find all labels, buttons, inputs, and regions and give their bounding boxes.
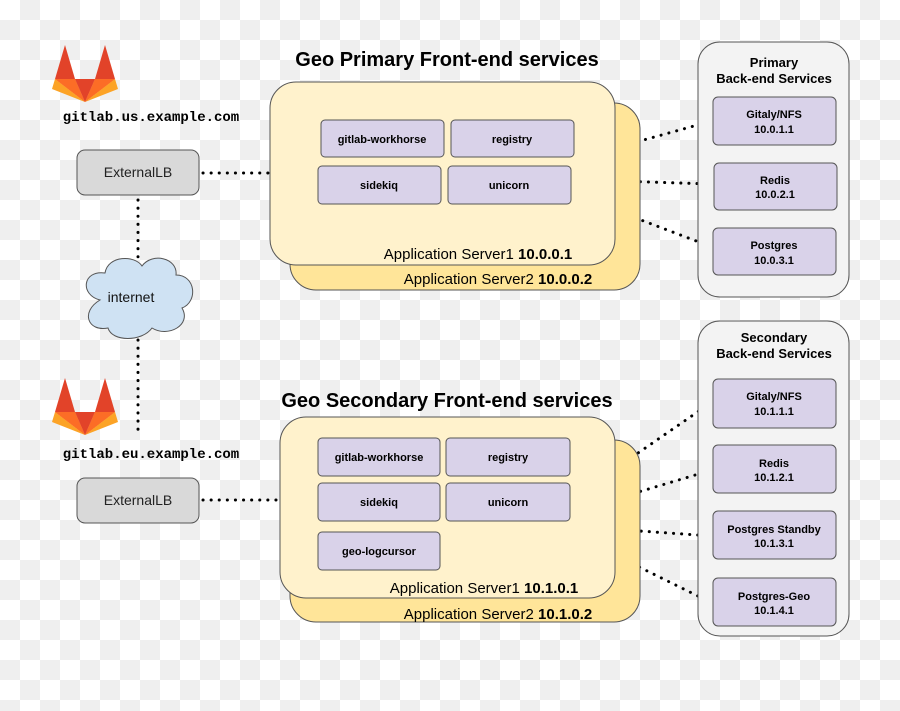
backend-ip: 10.1.4.1 (754, 605, 794, 617)
backend-ip: 10.1.2.1 (754, 472, 794, 484)
secondary-backend-title: Secondary (741, 330, 808, 345)
secondary-host: gitlab.eu.example.com (63, 447, 239, 463)
service-label: sidekiq (360, 497, 398, 509)
secondary-externallb-label: ExternalLB (104, 492, 172, 508)
backend-ip: 10.0.1.1 (754, 124, 794, 136)
primary-backend-items: Gitaly/NFS 10.0.1.1 Redis 10.0.2.1 Postg… (712, 96, 838, 276)
primary-externallb-label: ExternalLB (104, 164, 172, 180)
secondary-title: Geo Secondary Front-end services (281, 390, 612, 412)
primary-backend-subtitle: Back-end Services (716, 71, 832, 86)
backend-name: Postgres (750, 240, 797, 252)
secondary-server2-label: Application Server2 10.1.0.2 (404, 606, 592, 623)
backend-box (712, 378, 837, 429)
primary-backend-title: Primary (750, 55, 799, 70)
secondary-server1-label: Application Server1 10.1.0.1 (390, 580, 578, 597)
backend-box (712, 96, 837, 146)
backend-name: Redis (759, 458, 789, 470)
secondary-backend-subtitle: Back-end Services (716, 346, 832, 361)
gitlab-logo-icon (52, 45, 118, 102)
service-label: sidekiq (360, 180, 398, 192)
service-label: unicorn (488, 497, 529, 509)
backend-name: Redis (760, 175, 790, 187)
backend-ip: 10.1.3.1 (754, 538, 794, 550)
gitlab-logo-icon (52, 378, 118, 435)
primary-host: gitlab.us.example.com (63, 110, 239, 126)
backend-ip: 10.1.1.1 (754, 406, 794, 418)
service-label: unicorn (489, 180, 530, 192)
backend-name: Postgres-Geo (738, 591, 810, 603)
geo-architecture-diagram: gitlab.us.example.com ExternalLB Geo Pri… (52, 41, 850, 637)
internet-label: internet (108, 289, 155, 305)
primary-server2-label: Application Server2 10.0.0.2 (404, 271, 592, 288)
primary-server1-label: Application Server1 10.0.0.1 (384, 246, 572, 263)
primary-title: Geo Primary Front-end services (295, 49, 598, 71)
backend-name: Gitaly/NFS (746, 391, 802, 403)
backend-name: Postgres Standby (727, 524, 821, 536)
service-label: registry (488, 452, 529, 464)
backend-ip: 10.0.3.1 (754, 255, 794, 267)
backend-name: Gitaly/NFS (746, 109, 802, 121)
service-label: registry (492, 134, 533, 146)
service-label: gitlab-workhorse (335, 452, 424, 464)
backend-ip: 10.0.2.1 (755, 189, 795, 201)
service-label: gitlab-workhorse (338, 134, 427, 146)
service-label: geo-logcursor (342, 546, 417, 558)
